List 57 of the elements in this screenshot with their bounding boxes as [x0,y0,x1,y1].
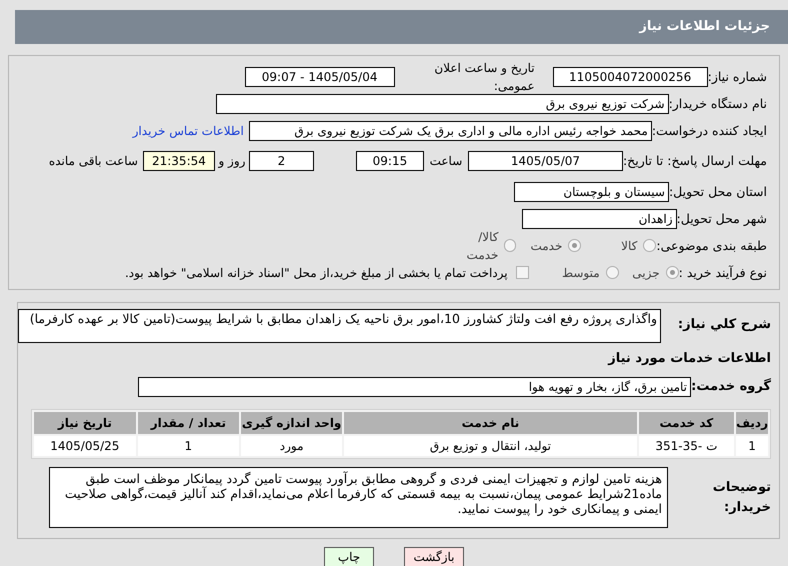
option-label: خدمت [530,238,562,254]
field-label: ساعت باقی مانده [48,153,138,170]
radio-button[interactable] [504,239,516,252]
table-cell: تولید، انتقال و توزیع برق [344,436,637,456]
field-label: استان محل تحویل: [668,184,767,198]
checkbox[interactable] [516,266,529,279]
table-cell: 1405/05/25 [34,436,136,456]
column-header: واحد اندازه گیری [241,412,342,434]
column-header: ردیف [736,412,768,434]
field-label: روز و [217,153,246,170]
input-field[interactable]: 1105004072000256 [552,66,708,86]
radio-button[interactable] [568,239,582,252]
table-cell: ت -35-351 [638,436,734,456]
field-label: توضیحات خریدار: [712,479,771,516]
field-label: نام دستگاه خریدار: [668,96,767,110]
field-label: گروه خدمت: [691,377,771,396]
option-label: کالا [621,238,638,254]
contact-link[interactable]: اطلاعات تماس خریدار [132,122,244,140]
field-label: تاریخ و ساعت اعلان عمومی: [433,60,535,94]
field-label: نوع فرآیند خرید : [678,266,767,280]
input-field[interactable]: 2 [248,151,314,171]
print-button[interactable]: چاپ [324,547,374,566]
field-label: شهر محل تحویل: [676,212,767,226]
input-field[interactable]: 1405/05/04 - 09:07 [244,66,395,86]
input-field[interactable]: 1405/05/07 [468,151,623,171]
text-area[interactable]: واگذاری پروژه رفع افت ولتاژ کشاورز 10،امور برق ناحیه یک زاهدان مطابق با شرایط پیوست(تامین کالا بر عهده کارفرما) [18,309,661,343]
column-header: تعداد / مقدار [138,412,239,434]
input-field[interactable]: شرکت توزیع نیروی برق [216,94,669,114]
field-label: ساعت [428,153,464,170]
checkbox-label: پرداخت تمام یا بخشی از مبلغ خرید،از محل "اسناد خزانه اسلامی" خواهد بود. [124,264,508,282]
text-area[interactable]: هزینه تامین لوازم و تجهیزات ایمنی فردی و گروهی مطابق برآورد پیوست تامین گردد پیمانکار موظف است طبق ماده21شرایط عمومی پیمان،نسبت به بیمه قسمتی که کارفرما اعلام می‌نماید،اقدام کند آنالیز قیمت،گواهی صلاحیت ایمنی و پیمانکاری خود را پیوست نمایید. [49,467,668,528]
input-field[interactable]: زاهدان [522,208,677,228]
table-cell: 1 [736,436,768,456]
column-header: نام خدمت [344,412,637,434]
radio-button[interactable] [606,266,619,279]
input-field[interactable]: سیستان و بلوچستان [514,182,669,202]
section-heading: اطلاعات خدمات مورد نیاز [606,350,771,368]
field-label: شماره نیاز: [708,70,767,84]
field-label: مهلت ارسال پاسخ: تا تاریخ: [622,154,767,168]
radio-button[interactable] [666,266,679,279]
column-header: کد خدمت [638,412,734,434]
option-label: جزیی [632,264,660,282]
option-label: متوسط [562,264,600,282]
field-label: طبقه بندی موضوعی: [656,238,767,252]
table-cell: مورد [241,436,342,456]
column-header: تاریخ نیاز [34,412,136,434]
input-field[interactable]: 21:35:54 [142,151,215,171]
option-label: کالا/خدمت [466,228,498,264]
radio-button[interactable] [643,239,656,252]
table-cell: 1 [138,436,239,456]
input-field[interactable]: 09:15 [356,151,424,171]
field-label: ایجاد کننده درخواست: [652,124,767,138]
back-button[interactable]: بازگشت [404,547,464,566]
input-field[interactable]: تامین برق، گاز، بخار و تهویه هوا [138,377,691,397]
input-field[interactable]: محمد خواجه رئیس اداره مالی و اداری برق یک شرکت توزیع نیروی برق [248,120,652,140]
field-label: شرح کلي نياز: [676,316,771,334]
page-header: جزئیات اطلاعات نیاز [15,10,788,44]
